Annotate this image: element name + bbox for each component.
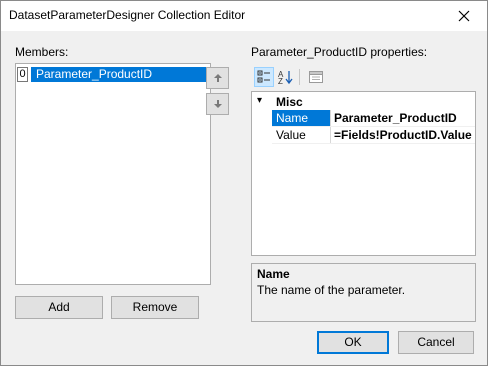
category-label: Misc (276, 95, 303, 109)
members-label: Members: (15, 45, 69, 59)
property-row-name[interactable]: Name Parameter_ProductID (272, 110, 475, 126)
property-pages-button[interactable] (306, 67, 326, 87)
arrow-up-icon (213, 74, 222, 82)
sort-alphabetical-icon: A Z (278, 70, 293, 85)
description-title: Name (257, 267, 290, 281)
arrow-down-icon (213, 100, 222, 108)
member-name[interactable]: Parameter_ProductID (31, 67, 211, 82)
description-panel: Name The name of the parameter. (251, 263, 476, 322)
property-row-value[interactable]: Value =Fields!ProductID.Value (272, 127, 475, 143)
close-button[interactable] (441, 1, 487, 31)
members-list[interactable]: 0 Parameter_ProductID (15, 63, 211, 285)
property-pages-icon (309, 71, 323, 83)
collapse-icon[interactable]: ▾ (257, 95, 262, 106)
collection-editor-dialog: DatasetParameterDesigner Collection Edit… (0, 0, 488, 366)
property-name[interactable]: Name (272, 110, 331, 126)
close-icon (458, 10, 470, 22)
add-button[interactable]: Add (15, 296, 103, 319)
categorized-view-button[interactable] (254, 67, 274, 87)
member-index: 0 (17, 67, 28, 82)
svg-text:Z: Z (278, 77, 283, 85)
title-bar: DatasetParameterDesigner Collection Edit… (1, 1, 487, 31)
ok-button[interactable]: OK (317, 331, 389, 354)
property-value[interactable]: =Fields!ProductID.Value (334, 127, 472, 143)
toolbar-divider (299, 69, 300, 85)
category-row-misc[interactable]: ▾ Misc (252, 94, 475, 110)
alphabetical-view-button[interactable]: A Z (276, 67, 296, 87)
move-down-button[interactable] (206, 93, 229, 115)
cancel-button[interactable]: Cancel (398, 331, 474, 354)
categorized-icon (257, 70, 270, 83)
list-item[interactable]: 0 Parameter_ProductID (17, 67, 211, 82)
remove-button[interactable]: Remove (111, 296, 199, 319)
window-title: DatasetParameterDesigner Collection Edit… (9, 8, 246, 22)
property-value[interactable]: Parameter_ProductID (334, 110, 457, 126)
move-up-button[interactable] (206, 67, 229, 89)
description-text: The name of the parameter. (257, 283, 406, 297)
properties-label: Parameter_ProductID properties: (251, 45, 428, 59)
property-name[interactable]: Value (272, 127, 331, 143)
row-divider (272, 143, 475, 144)
property-grid[interactable]: ▾ Misc Name Parameter_ProductID Value =F… (251, 91, 476, 256)
